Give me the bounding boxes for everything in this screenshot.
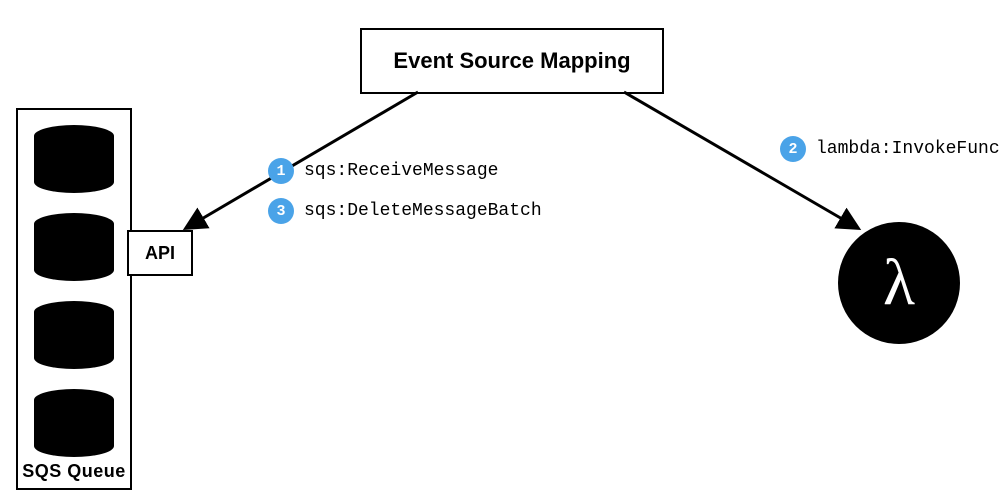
- sqs-queue-label: SQS Queue: [18, 461, 130, 482]
- sqs-message-stack: [30, 124, 118, 458]
- sqs-queue-box: SQS Queue: [16, 108, 132, 490]
- cylinder-icon: [30, 300, 118, 370]
- step-badge: 3: [268, 198, 294, 224]
- api-box: API: [127, 230, 193, 276]
- event-source-mapping-box: Event Source Mapping: [360, 28, 664, 94]
- lambda-icon: λ: [838, 222, 960, 344]
- api-label: API: [145, 243, 175, 264]
- api-call-row: 3 sqs:DeleteMessageBatch: [268, 198, 542, 224]
- cylinder-icon: [30, 212, 118, 282]
- cylinder-icon: [30, 388, 118, 458]
- cylinder-icon: [30, 124, 118, 194]
- step-badge: 1: [268, 158, 294, 184]
- api-call-text: sqs:DeleteMessageBatch: [304, 201, 542, 221]
- api-call-row: 2 lambda:InvokeFunction: [780, 136, 1000, 162]
- api-call-row: 1 sqs:ReceiveMessage: [268, 158, 498, 184]
- diagram-stage: SQS Queue API Event Source Mapping λ 1 s…: [0, 0, 1000, 500]
- lambda-symbol: λ: [883, 245, 915, 321]
- api-call-text: sqs:ReceiveMessage: [304, 161, 498, 181]
- api-call-text: lambda:InvokeFunction: [816, 139, 1000, 159]
- event-source-mapping-label: Event Source Mapping: [393, 48, 630, 74]
- step-badge: 2: [780, 136, 806, 162]
